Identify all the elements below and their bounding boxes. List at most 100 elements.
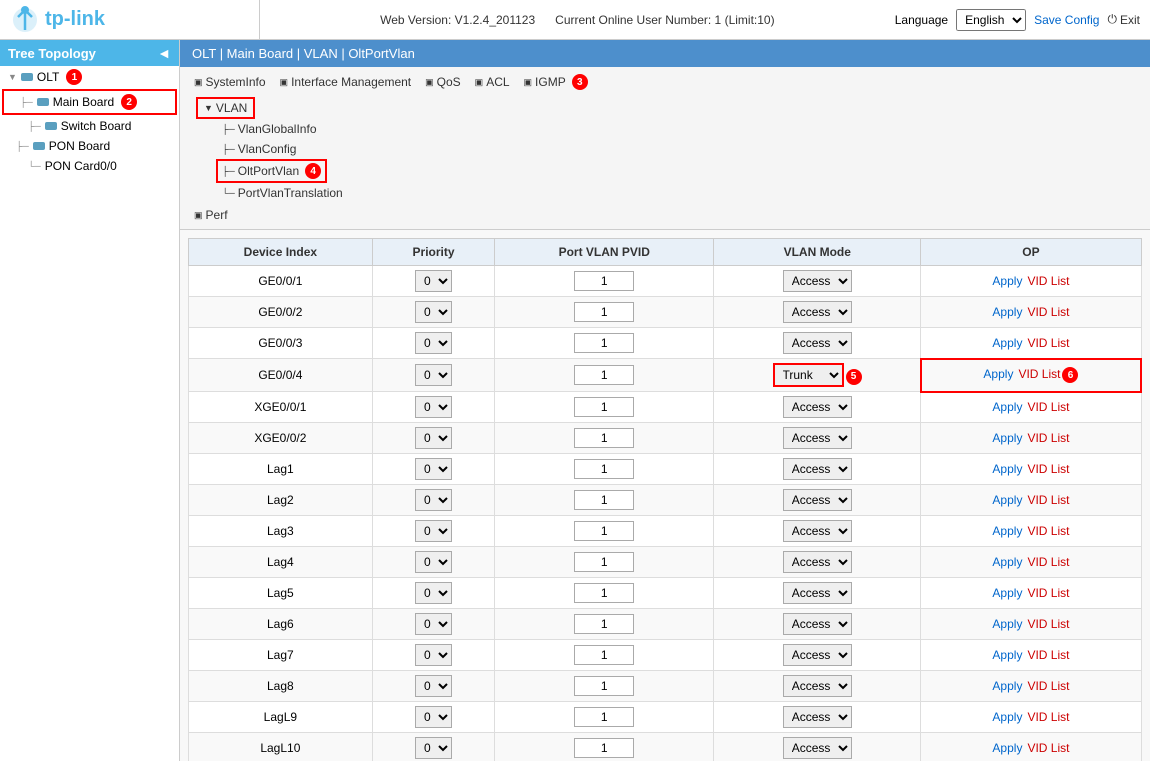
pvid-input-1[interactable] <box>574 302 634 322</box>
apply-link-2[interactable]: Apply <box>992 336 1022 350</box>
apply-link-7[interactable]: Apply <box>992 493 1022 507</box>
vlan-mode-select-5[interactable]: AccessTrunkHybrid <box>783 427 852 449</box>
menu-vlan-global[interactable]: ├─ VlanGlobalInfo <box>216 119 1142 139</box>
vid-list-link-7[interactable]: VID List <box>1027 493 1069 507</box>
vlan-mode-select-11[interactable]: AccessTrunkHybrid <box>783 613 852 635</box>
priority-select-11[interactable]: 01234567 <box>415 613 452 635</box>
vid-list-link-4[interactable]: VID List <box>1027 400 1069 414</box>
pvid-input-15[interactable] <box>574 738 634 758</box>
apply-link-0[interactable]: Apply <box>992 274 1022 288</box>
pvid-input-5[interactable] <box>574 428 634 448</box>
vid-list-link-12[interactable]: VID List <box>1027 648 1069 662</box>
menu-vlan-config[interactable]: ├─ VlanConfig <box>216 139 1142 159</box>
vlan-mode-select-2[interactable]: AccessTrunkHybrid <box>783 332 852 354</box>
priority-select-2[interactable]: 01234567 <box>415 332 452 354</box>
apply-link-3[interactable]: Apply <box>983 367 1013 381</box>
priority-select-13[interactable]: 01234567 <box>415 675 452 697</box>
pvid-input-12[interactable] <box>574 645 634 665</box>
vlan-mode-select-12[interactable]: AccessTrunkHybrid <box>783 644 852 666</box>
sidebar-item-olt[interactable]: ▼ OLT 1 <box>0 66 179 88</box>
vid-list-link-11[interactable]: VID List <box>1027 617 1069 631</box>
menu-perf[interactable]: ▣ Perf <box>188 205 234 225</box>
pvid-input-7[interactable] <box>574 490 634 510</box>
apply-link-14[interactable]: Apply <box>992 710 1022 724</box>
priority-select-0[interactable]: 01234567 <box>415 270 452 292</box>
vid-list-link-1[interactable]: VID List <box>1027 305 1069 319</box>
pvid-input-6[interactable] <box>574 459 634 479</box>
priority-select-14[interactable]: 01234567 <box>415 706 452 728</box>
vlan-mode-select-7[interactable]: AccessTrunkHybrid <box>783 489 852 511</box>
pvid-input-13[interactable] <box>574 676 634 696</box>
language-select[interactable]: English <box>956 9 1026 31</box>
vlan-mode-select-9[interactable]: AccessTrunkHybrid <box>783 551 852 573</box>
pvid-input-3[interactable] <box>574 365 634 385</box>
apply-link-5[interactable]: Apply <box>992 431 1022 445</box>
vlan-mode-select-0[interactable]: AccessTrunkHybrid <box>783 270 852 292</box>
apply-link-12[interactable]: Apply <box>992 648 1022 662</box>
pvid-input-9[interactable] <box>574 552 634 572</box>
vid-list-link-13[interactable]: VID List <box>1027 679 1069 693</box>
vlan-mode-select-1[interactable]: AccessTrunkHybrid <box>783 301 852 323</box>
apply-link-9[interactable]: Apply <box>992 555 1022 569</box>
priority-select-10[interactable]: 01234567 <box>415 582 452 604</box>
vid-list-link-6[interactable]: VID List <box>1027 462 1069 476</box>
pvid-input-14[interactable] <box>574 707 634 727</box>
vid-list-link-2[interactable]: VID List <box>1027 336 1069 350</box>
priority-select-15[interactable]: 01234567 <box>415 737 452 759</box>
save-config-link[interactable]: Save Config <box>1034 13 1099 27</box>
pvid-input-8[interactable] <box>574 521 634 541</box>
apply-link-8[interactable]: Apply <box>992 524 1022 538</box>
apply-link-11[interactable]: Apply <box>992 617 1022 631</box>
menu-acl[interactable]: ▣ ACL <box>469 71 516 93</box>
menu-qos[interactable]: ▣ QoS <box>419 71 467 93</box>
menu-vlan[interactable]: ▼ VLAN <box>196 97 255 119</box>
sidebar-item-pon-card[interactable]: └─ PON Card0/0 <box>0 156 179 176</box>
menu-igmp[interactable]: ▣ IGMP 3 <box>518 71 594 93</box>
vlan-mode-select-10[interactable]: AccessTrunkHybrid <box>783 582 852 604</box>
priority-select-8[interactable]: 01234567 <box>415 520 452 542</box>
apply-link-1[interactable]: Apply <box>992 305 1022 319</box>
priority-select-9[interactable]: 01234567 <box>415 551 452 573</box>
priority-select-5[interactable]: 01234567 <box>415 427 452 449</box>
vlan-mode-select-14[interactable]: AccessTrunkHybrid <box>783 706 852 728</box>
priority-select-12[interactable]: 01234567 <box>415 644 452 666</box>
menu-interface-mgmt[interactable]: ▣ Interface Management <box>274 71 418 93</box>
vid-list-link-5[interactable]: VID List <box>1027 431 1069 445</box>
menu-system-info[interactable]: ▣ SystemInfo <box>188 71 272 93</box>
pvid-input-4[interactable] <box>574 397 634 417</box>
vlan-mode-select-4[interactable]: AccessTrunkHybrid <box>783 396 852 418</box>
menu-port-vlan-trans[interactable]: └─ PortVlanTranslation <box>216 183 1142 203</box>
pvid-input-11[interactable] <box>574 614 634 634</box>
vid-list-link-15[interactable]: VID List <box>1027 741 1069 755</box>
vid-list-link-0[interactable]: VID List <box>1027 274 1069 288</box>
vid-list-link-9[interactable]: VID List <box>1027 555 1069 569</box>
sidebar-item-pon-board[interactable]: ├─ PON Board <box>0 136 179 156</box>
pvid-input-0[interactable] <box>574 271 634 291</box>
apply-link-10[interactable]: Apply <box>992 586 1022 600</box>
vid-list-link-10[interactable]: VID List <box>1027 586 1069 600</box>
vlan-mode-select-8[interactable]: AccessTrunkHybrid <box>783 520 852 542</box>
priority-select-6[interactable]: 01234567 <box>415 458 452 480</box>
pvid-input-10[interactable] <box>574 583 634 603</box>
apply-link-6[interactable]: Apply <box>992 462 1022 476</box>
apply-link-15[interactable]: Apply <box>992 741 1022 755</box>
sidebar-item-main-board[interactable]: ├─ Main Board 2 <box>2 89 177 115</box>
priority-select-4[interactable]: 01234567 <box>415 396 452 418</box>
apply-link-4[interactable]: Apply <box>992 400 1022 414</box>
vid-list-link-3[interactable]: VID List <box>1018 367 1060 381</box>
exit-button[interactable]: ⏻ Exit <box>1107 12 1140 27</box>
pvid-input-2[interactable] <box>574 333 634 353</box>
vid-list-link-8[interactable]: VID List <box>1027 524 1069 538</box>
priority-select-1[interactable]: 01234567 <box>415 301 452 323</box>
vlan-mode-select-15[interactable]: AccessTrunkHybrid <box>783 737 852 759</box>
apply-link-13[interactable]: Apply <box>992 679 1022 693</box>
sidebar-item-switch-board[interactable]: ├─ Switch Board <box>0 116 179 136</box>
priority-select-3[interactable]: 01234567 <box>415 364 452 386</box>
vid-list-link-14[interactable]: VID List <box>1027 710 1069 724</box>
sidebar-collapse-arrow[interactable]: ◄ <box>157 45 171 61</box>
vlan-mode-select-6[interactable]: AccessTrunkHybrid <box>783 458 852 480</box>
menu-olt-port-vlan[interactable]: ├─ OltPortVlan 4 <box>216 159 327 183</box>
vlan-mode-select-13[interactable]: AccessTrunkHybrid <box>783 675 852 697</box>
vlan-mode-select-3[interactable]: AccessTrunkHybrid <box>773 363 844 387</box>
priority-select-7[interactable]: 01234567 <box>415 489 452 511</box>
